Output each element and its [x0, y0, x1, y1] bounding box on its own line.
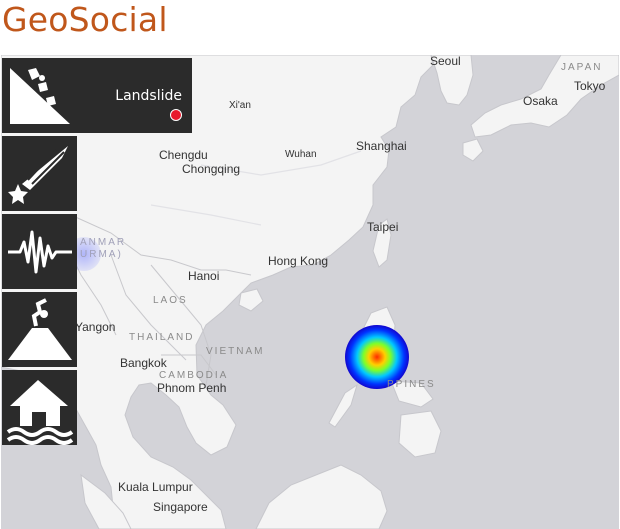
- country-label-philippines: PPINES: [387, 379, 436, 390]
- country-label-japan: JAPAN: [561, 62, 603, 73]
- city-label-tokyo: Tokyo: [574, 79, 606, 93]
- country-label-cambodia: CAMBODIA: [159, 370, 229, 381]
- city-label-osaka: Osaka: [523, 94, 558, 108]
- city-label-hanoi: Hanoi: [188, 269, 220, 283]
- city-label-phnom-penh: Phnom Penh: [157, 381, 227, 395]
- layer-button-flood[interactable]: [2, 370, 77, 445]
- active-indicator-dot: [170, 109, 182, 121]
- borneo-landmass: [255, 464, 388, 529]
- city-label-hong-kong: Hong Kong: [268, 254, 329, 268]
- city-label-shanghai: Shanghai: [356, 139, 407, 153]
- city-label-bangkok: Bangkok: [120, 356, 167, 370]
- country-label-vietnam: VIETNAM: [206, 346, 265, 357]
- city-label-chengdu: Chengdu: [159, 148, 208, 162]
- city-label-seoul: Seoul: [430, 55, 461, 68]
- kyushu-landmass: [462, 138, 484, 162]
- city-label-taipei: Taipei: [367, 220, 399, 234]
- layer-button-volcano[interactable]: [2, 292, 77, 367]
- volcano-icon: [8, 298, 72, 360]
- country-label-thailand: THAILAND: [129, 332, 195, 343]
- flood-icon: [6, 380, 74, 445]
- country-label-laos: LAOS: [153, 295, 188, 306]
- country-label-myanmar-line2: URMA): [80, 249, 123, 260]
- hainan-landmass: [238, 288, 264, 312]
- layer-button-meteor[interactable]: [2, 136, 77, 211]
- meteor-icon: [8, 146, 68, 204]
- app-title: GeoSocial: [2, 0, 168, 39]
- city-label-yangon: Yangon: [75, 320, 116, 334]
- earthquake-icon: [8, 230, 72, 274]
- country-label-myanmar-line1: ANMAR: [80, 237, 127, 248]
- landslide-icon: [10, 68, 70, 124]
- palawan-landmass: [328, 383, 358, 428]
- layer-button-landslide[interactable]: Landslide: [2, 58, 192, 133]
- layer-button-earthquake[interactable]: [2, 214, 77, 289]
- city-label-chongqing: Chongqing: [182, 162, 241, 176]
- city-label-wuhan: Wuhan: [285, 149, 317, 160]
- city-label-xian: Xi'an: [229, 100, 251, 111]
- city-label-singapore: Singapore: [153, 500, 208, 514]
- mindanao-landmass: [398, 410, 442, 458]
- city-label-kuala-lumpur: Kuala Lumpur: [118, 480, 193, 494]
- layer-label-landslide: Landslide: [115, 88, 182, 104]
